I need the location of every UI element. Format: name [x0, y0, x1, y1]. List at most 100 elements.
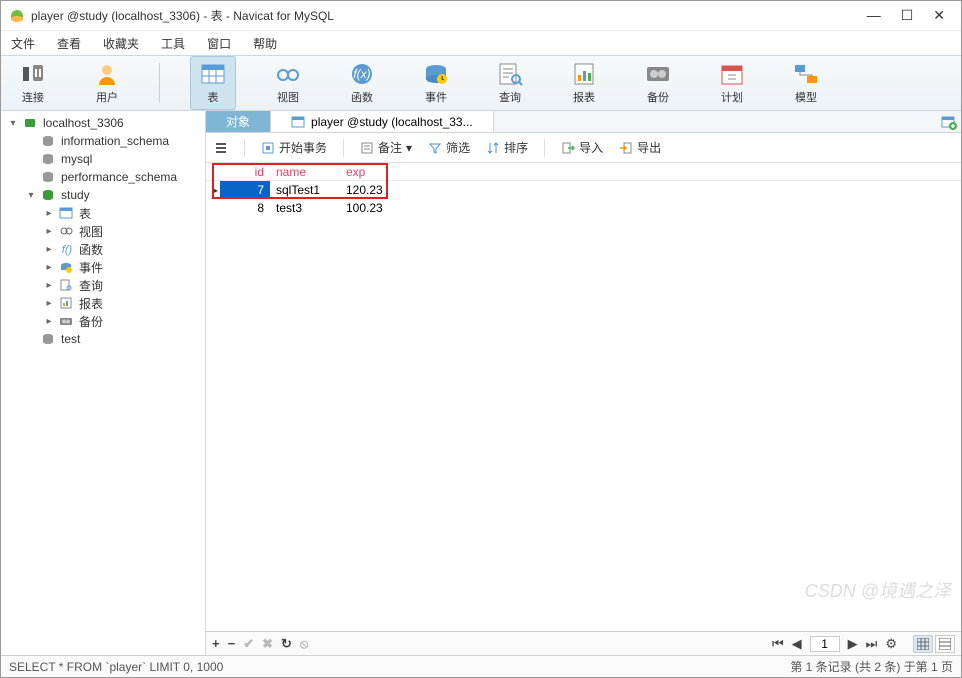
apply-button[interactable]: ✔: [243, 636, 254, 652]
close-button[interactable]: ✕: [933, 7, 945, 24]
menu-help[interactable]: 帮助: [253, 35, 277, 52]
menu-window[interactable]: 窗口: [207, 35, 231, 52]
tree-icon: [59, 314, 75, 328]
tree-label: test: [61, 332, 80, 346]
cell-exp[interactable]: 100.23: [340, 199, 410, 217]
tree-icon: [41, 152, 57, 166]
last-page-button[interactable]: ⏭: [866, 636, 878, 652]
form-view-button[interactable]: [935, 635, 955, 653]
expand-arrow-icon[interactable]: ▸: [43, 280, 55, 291]
tab-player[interactable]: player @study (localhost_33...: [271, 111, 494, 132]
row-pointer-icon: [206, 199, 220, 217]
function-icon: f(x): [348, 61, 376, 87]
tree-item[interactable]: mysql: [1, 150, 205, 168]
memo-button[interactable]: 备注 ▾: [360, 139, 412, 156]
table-row[interactable]: 8test3100.23: [206, 199, 961, 217]
grid-view-button[interactable]: [913, 635, 933, 653]
app-icon: [9, 8, 25, 24]
tree-item[interactable]: ▾localhost_3306: [1, 114, 205, 132]
toolbar-label: 报表: [573, 89, 595, 105]
tree-item[interactable]: ▸ 报表: [1, 294, 205, 312]
stop-button[interactable]: ⦸: [300, 636, 308, 652]
expand-arrow-icon[interactable]: ▸: [43, 244, 55, 255]
cell-exp[interactable]: 120.23: [340, 181, 410, 199]
row-pointer-icon: ▸: [206, 181, 220, 199]
next-page-button[interactable]: ▶: [848, 636, 858, 652]
toolbar-label: 模型: [795, 89, 817, 105]
menu-favorites[interactable]: 收藏夹: [103, 35, 139, 52]
view-icon: [274, 61, 302, 87]
tree-item[interactable]: information_schema: [1, 132, 205, 150]
tree-label: 函数: [79, 241, 103, 258]
cancel-button[interactable]: ✖: [262, 636, 273, 652]
table-row[interactable]: ▸7sqlTest1120.23: [206, 181, 961, 199]
tree-item[interactable]: ▸事件: [1, 258, 205, 276]
tree-item[interactable]: ▸视图: [1, 222, 205, 240]
page-input[interactable]: [810, 636, 840, 652]
tab-objects[interactable]: 对象: [206, 111, 271, 132]
refresh-button[interactable]: ↻: [281, 636, 292, 652]
tree-item[interactable]: test: [1, 330, 205, 348]
export-button[interactable]: 导出: [619, 139, 661, 156]
import-button[interactable]: 导入: [561, 139, 603, 156]
column-id[interactable]: id: [220, 163, 270, 180]
tree-label: 报表: [79, 295, 103, 312]
toolbar-backup-icon[interactable]: 备份: [636, 57, 680, 109]
delete-record-button[interactable]: −: [228, 636, 236, 652]
menu-view[interactable]: 查看: [57, 35, 81, 52]
cell-id[interactable]: 7: [220, 181, 270, 199]
minimize-button[interactable]: —: [867, 7, 881, 24]
toolbar-report-icon[interactable]: 报表: [562, 57, 606, 109]
tree-item[interactable]: ▾study: [1, 186, 205, 204]
toolbar-function-icon[interactable]: f(x)函数: [340, 57, 384, 109]
expand-arrow-icon[interactable]: ▸: [43, 298, 55, 309]
toolbar-schedule-icon[interactable]: 计划: [710, 57, 754, 109]
cell-id[interactable]: 8: [220, 199, 270, 217]
settings-icon[interactable]: ⚙: [885, 636, 897, 652]
tree-icon: f(): [59, 242, 75, 256]
expand-arrow-icon[interactable]: ▸: [43, 316, 55, 327]
toolbar-view-icon[interactable]: 视图: [266, 57, 310, 109]
tree-label: 表: [79, 205, 91, 222]
maximize-button[interactable]: ☐: [901, 7, 914, 24]
menu-file[interactable]: 文件: [11, 35, 35, 52]
tree-item[interactable]: ▸ f() 函数: [1, 240, 205, 258]
tree-icon: [23, 116, 39, 130]
toolbar-model-icon[interactable]: 模型: [784, 57, 828, 109]
toolbar-user-icon[interactable]: 用户: [85, 57, 129, 109]
cell-name[interactable]: test3: [270, 199, 340, 217]
toolbar-table-icon[interactable]: 表: [190, 56, 236, 110]
first-page-button[interactable]: ⏮: [772, 636, 784, 652]
expand-arrow-icon[interactable]: ▾: [7, 118, 19, 129]
tree-item[interactable]: ▸备份: [1, 312, 205, 330]
main-toolbar: 连接用户 表视图 f(x)函数事件 查询报表 备份计划模型: [1, 55, 961, 111]
expand-arrow-icon[interactable]: ▸: [43, 262, 55, 273]
column-exp[interactable]: exp: [340, 163, 410, 180]
tree-item[interactable]: ▸查询: [1, 276, 205, 294]
toolbar-event-icon[interactable]: 事件: [414, 57, 458, 109]
expand-arrow-icon[interactable]: ▾: [25, 190, 37, 201]
expand-arrow-icon[interactable]: ▸: [43, 226, 55, 237]
cell-name[interactable]: sqlTest1: [270, 181, 340, 199]
sort-button[interactable]: 排序: [486, 139, 528, 156]
start-transaction-button[interactable]: 开始事务: [261, 139, 327, 156]
expand-arrow-icon[interactable]: ▸: [43, 208, 55, 219]
tree-icon: [59, 224, 75, 238]
tree-icon: [41, 134, 57, 148]
toolbar-label: 事件: [425, 89, 447, 105]
actionbar: 开始事务 备注 ▾ 筛选 排序 导入 导出: [206, 133, 961, 163]
add-record-button[interactable]: +: [212, 636, 220, 652]
data-grid[interactable]: id name exp ▸7sqlTest1120.238test3100.23…: [206, 163, 961, 631]
menu-tools[interactable]: 工具: [161, 35, 185, 52]
tree-icon: [59, 260, 75, 274]
toolbar-plug-icon[interactable]: 连接: [11, 57, 55, 109]
column-name[interactable]: name: [270, 163, 340, 180]
tree-item[interactable]: performance_schema: [1, 168, 205, 186]
toolbar-query-icon[interactable]: 查询: [488, 57, 532, 109]
plug-icon: [19, 61, 47, 87]
add-tab-button[interactable]: [937, 111, 961, 132]
filter-button[interactable]: 筛选: [428, 139, 470, 156]
tree-item[interactable]: ▸表: [1, 204, 205, 222]
menu-icon[interactable]: [214, 141, 228, 155]
prev-page-button[interactable]: ◀: [792, 636, 802, 652]
